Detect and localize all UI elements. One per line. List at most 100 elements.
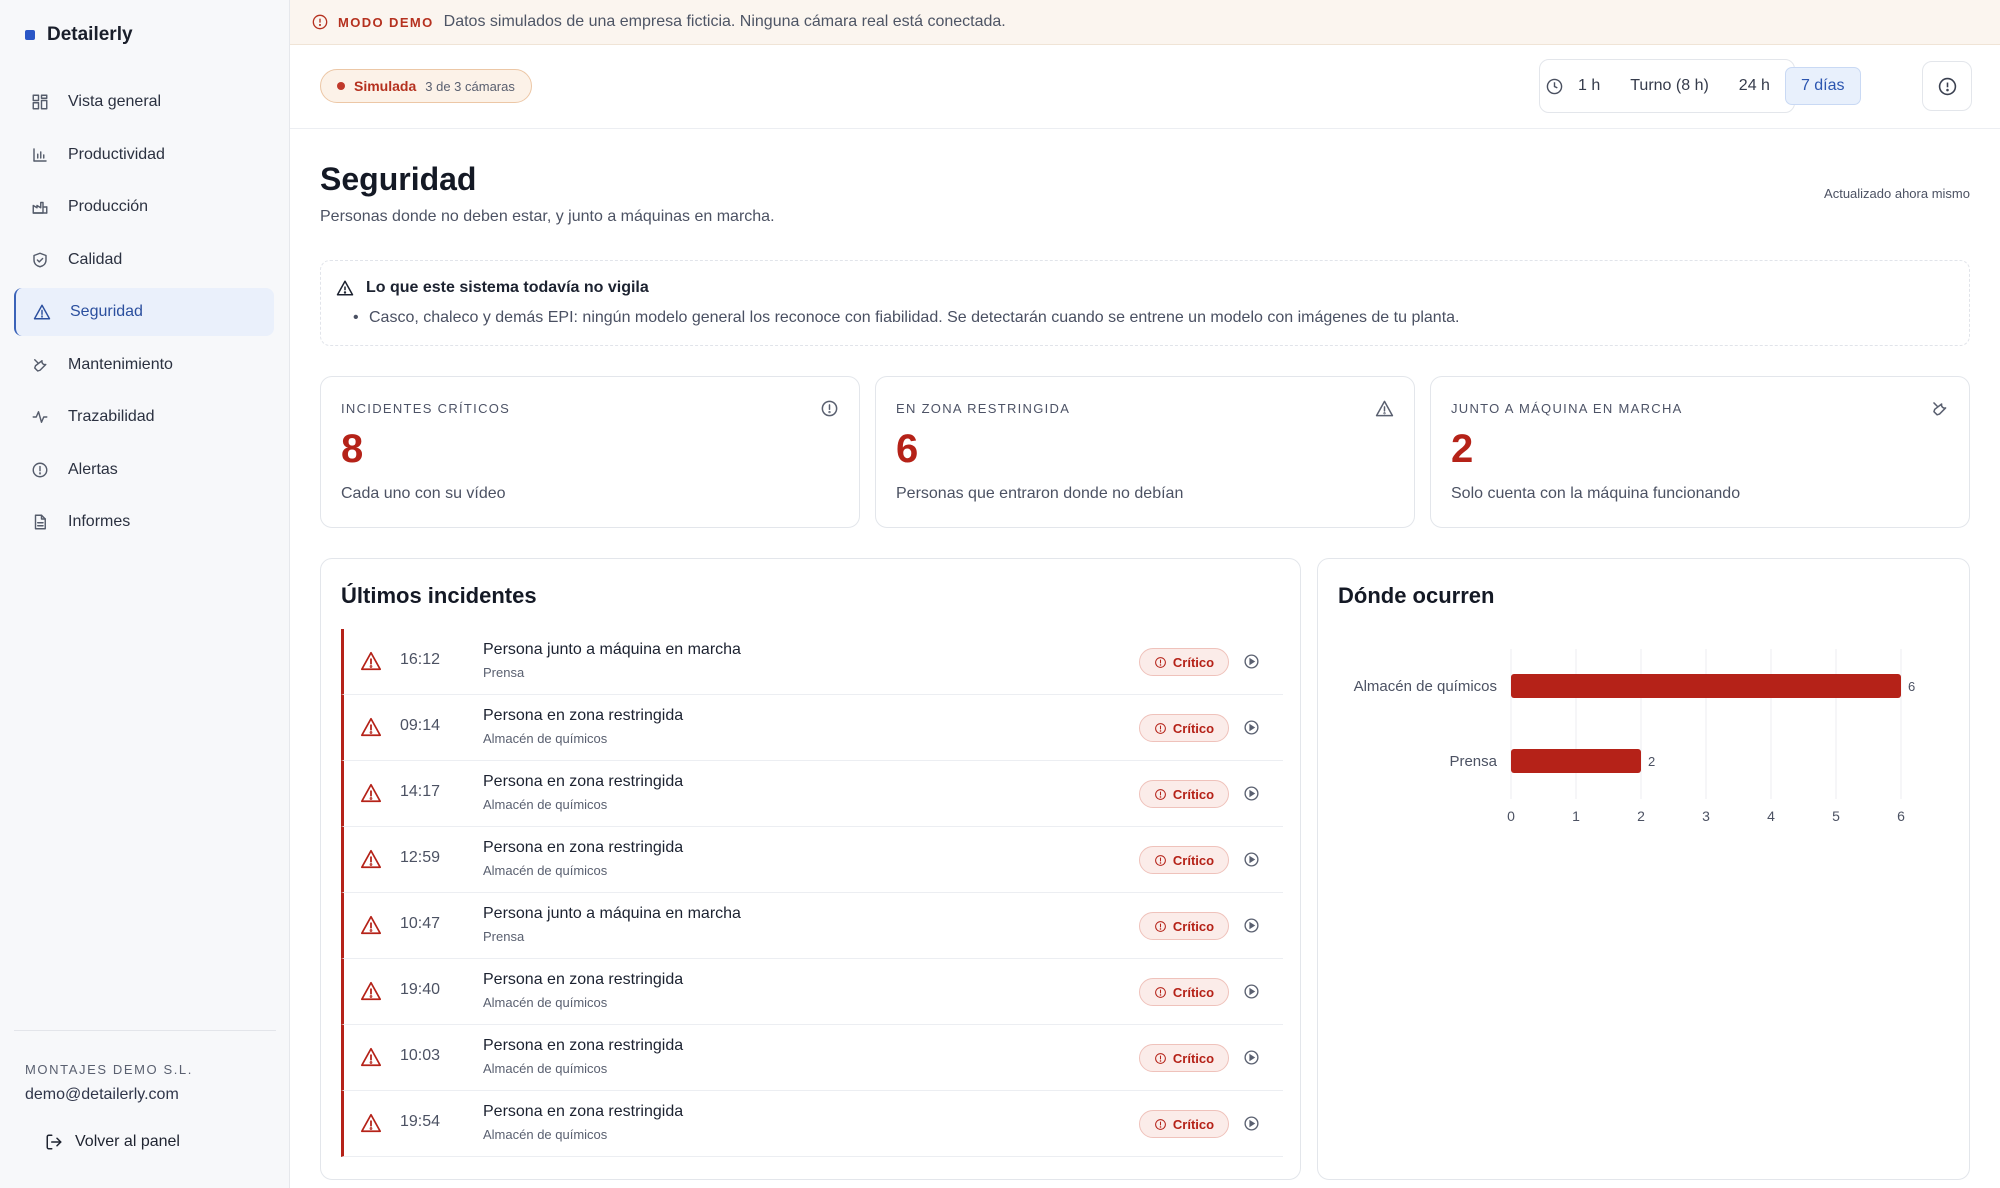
x-tick-label: 0 xyxy=(1507,808,1515,824)
sidebar-item-label: Vista general xyxy=(68,93,162,110)
kpi-value: 2 xyxy=(1451,427,1474,471)
critical-badge: Crítico xyxy=(1139,648,1229,676)
incident-row[interactable]: 09:14 Persona en zona restringida Almacé… xyxy=(341,695,1283,761)
sidebar-item-productividad[interactable]: Productividad xyxy=(14,131,274,179)
play-video-icon[interactable] xyxy=(1243,851,1260,873)
incident-title: Persona en zona restringida xyxy=(483,1103,684,1120)
play-video-icon[interactable] xyxy=(1243,785,1260,807)
sidebar-item-seguridad[interactable]: Seguridad xyxy=(14,288,274,336)
incident-title: Persona junto a máquina en marcha xyxy=(483,905,741,922)
logout-icon xyxy=(46,1134,62,1150)
incident-title: Persona en zona restringida xyxy=(483,1037,684,1054)
range-option[interactable]: Turno (8 h) xyxy=(1615,67,1724,105)
incidents-title: Últimos incidentes xyxy=(341,583,537,608)
sidebar-item-trazabilidad[interactable]: Trazabilidad xyxy=(14,393,274,441)
category-label: Almacén de químicos xyxy=(1354,678,1497,695)
play-video-icon[interactable] xyxy=(1243,719,1260,741)
play-video-icon[interactable] xyxy=(1243,653,1260,675)
incident-time: 19:54 xyxy=(400,1113,441,1130)
alert-circle-icon xyxy=(312,14,328,30)
page-title: Seguridad xyxy=(320,161,477,197)
incident-row[interactable]: 19:54 Persona en zona restringida Almacé… xyxy=(341,1091,1283,1157)
x-tick-label: 6 xyxy=(1897,808,1905,824)
sidebar: Detailerly Vista general Productividad Pro… xyxy=(0,0,290,1188)
top-bar: Simulada 3 de 3 cámaras 1 h Turno (8 h) 24… xyxy=(290,45,2000,129)
sidebar-item-label: Trazabilidad xyxy=(68,408,155,425)
latest-incidents-card: Últimos incidentes 16:12 Persona junto a… xyxy=(320,558,1301,1180)
badge-label: Crítico xyxy=(1172,786,1215,802)
sidebar-item-alertas[interactable]: Alertas xyxy=(14,446,274,494)
warning-icon xyxy=(32,302,52,322)
play-video-icon[interactable] xyxy=(1243,917,1260,939)
kpi-description: Solo cuenta con la máquina funcionando xyxy=(1451,485,1741,502)
critical-badge: Crítico xyxy=(1139,1044,1229,1072)
sidebar-item-calidad[interactable]: Calidad xyxy=(14,236,274,284)
category-label: Prensa xyxy=(1449,753,1497,770)
back-label: Volver al panel xyxy=(75,1133,180,1150)
bar-value-label: 6 xyxy=(1908,679,1915,694)
incident-location: Almacén de químicos xyxy=(483,1127,608,1142)
warning-icon xyxy=(360,1046,382,1073)
warning-icon xyxy=(360,980,382,1007)
info-button[interactable] xyxy=(1922,61,1972,111)
x-tick-label: 3 xyxy=(1702,808,1710,824)
incident-title: Persona en zona restringida xyxy=(483,971,684,988)
kpi-value: 8 xyxy=(341,427,364,471)
sidebar-item-informes[interactable]: Informes xyxy=(14,498,274,546)
warning-icon xyxy=(360,782,382,809)
x-tick-label: 2 xyxy=(1637,808,1645,824)
incident-row[interactable]: 10:03 Persona en zona restringida Almacé… xyxy=(341,1025,1283,1091)
badge-label: Crítico xyxy=(1172,918,1215,934)
incident-row[interactable]: 12:59 Persona en zona restringida Almacé… xyxy=(341,827,1283,893)
bar-value-label: 2 xyxy=(1648,754,1655,769)
alert-circle-icon xyxy=(30,460,50,480)
kpi-card: En zona restringida 6 Personas que entra… xyxy=(875,376,1415,528)
incident-time: 09:14 xyxy=(400,717,441,734)
sidebar-item-label: Alertas xyxy=(68,460,118,478)
location-bar-chart: 0 1 2 3 4 5 6 Almacén de químicos 6 Prensa 2 xyxy=(1354,649,1915,824)
back-to-panel-button[interactable]: Volver al panel xyxy=(45,1130,180,1154)
demo-banner: MODO DEMO Datos simulados de una empresa… xyxy=(290,0,2000,45)
sidebar-item-produccion[interactable]: Producción xyxy=(14,183,274,231)
badge-label: Crítico xyxy=(1172,852,1215,868)
play-video-icon[interactable] xyxy=(1243,1115,1260,1137)
sidebar-item-label: Calidad xyxy=(68,250,123,268)
bar xyxy=(1511,674,1901,698)
warning-icon xyxy=(360,914,382,941)
x-tick-label: 1 xyxy=(1572,808,1580,824)
incident-location: Almacén de químicos xyxy=(483,995,608,1010)
incident-location: Prensa xyxy=(483,929,525,944)
sidebar-item-vista-general[interactable]: Vista general xyxy=(14,78,274,126)
warning-icon xyxy=(360,716,382,743)
incident-location: Almacén de químicos xyxy=(483,797,608,812)
sidebar-item-label: Producción xyxy=(68,198,149,215)
brand[interactable]: Detailerly xyxy=(25,20,133,50)
range-option[interactable]: 1 h xyxy=(1563,67,1615,105)
badge-label: Crítico xyxy=(1172,984,1215,1000)
play-video-icon[interactable] xyxy=(1243,983,1260,1005)
incident-row[interactable]: 16:12 Persona junto a máquina en marcha … xyxy=(341,629,1283,695)
notice-item: Casco, chaleco y demás EPI: ningún model… xyxy=(353,309,1459,327)
incident-location: Almacén de químicos xyxy=(483,1061,608,1076)
kpi-description: Personas que entraron donde no debían xyxy=(896,485,1184,502)
monitoring-gaps-notice: Lo que este sistema todavía no vigila Ca… xyxy=(320,260,1970,346)
warning-icon xyxy=(360,650,382,677)
range-option[interactable]: 7 días xyxy=(1784,67,1861,105)
kpi-card: Junto a máquina en marcha 2 Solo cuenta … xyxy=(1430,376,1970,528)
sidebar-item-label: Seguridad xyxy=(70,303,143,320)
kpi-description: Cada uno con su vídeo xyxy=(341,485,506,502)
kpi-value: 6 xyxy=(896,427,919,471)
range-option[interactable]: 24 h xyxy=(1724,67,1785,105)
incident-row[interactable]: 14:17 Persona en zona restringida Almacé… xyxy=(341,761,1283,827)
kpi-label: Junto a máquina en marcha xyxy=(1451,401,1683,416)
sidebar-item-mantenimiento[interactable]: Mantenimiento xyxy=(14,341,274,389)
incident-row[interactable]: 10:47 Persona junto a máquina en marcha … xyxy=(341,893,1283,959)
kpi-card: Incidentes críticos 8 Cada uno con su ví… xyxy=(320,376,860,528)
shield-check-icon xyxy=(30,250,50,270)
play-video-icon[interactable] xyxy=(1243,1049,1260,1071)
sidebar-divider xyxy=(14,1030,276,1031)
incident-row[interactable]: 19:40 Persona en zona restringida Almacé… xyxy=(341,959,1283,1025)
page-subtitle: Personas donde no deben estar, y junto a… xyxy=(320,208,775,225)
sidebar-nav: Vista general Productividad Producción Cali… xyxy=(14,78,274,551)
critical-badge: Crítico xyxy=(1139,714,1229,742)
